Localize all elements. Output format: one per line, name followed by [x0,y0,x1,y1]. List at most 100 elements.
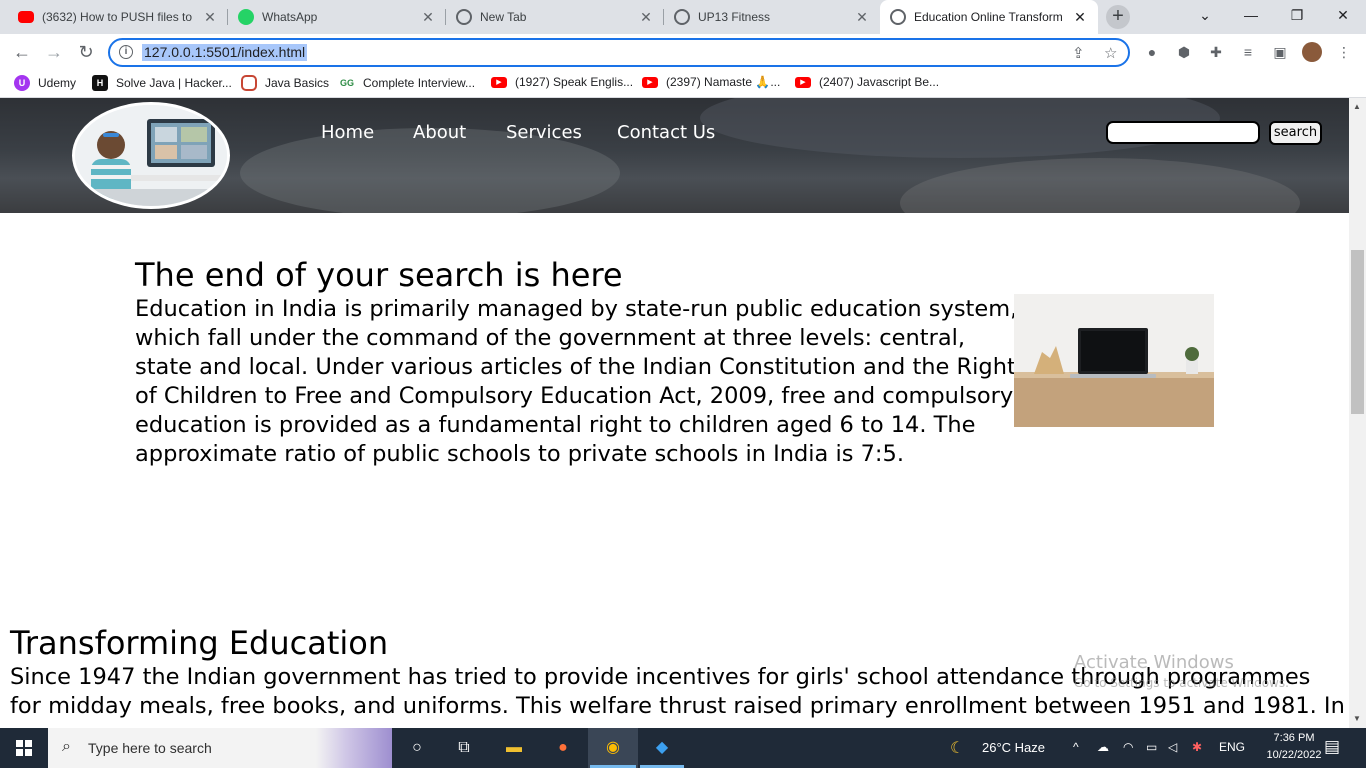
nav-contact-us[interactable]: Contact Us [617,122,715,143]
antivirus-icon[interactable]: ✱ [1192,740,1202,754]
tab-search-button[interactable]: ⌄ [1182,0,1228,30]
site-logo[interactable] [72,102,230,209]
nav-home[interactable]: Home [321,122,374,143]
tab-title: (3632) How to PUSH files to [42,10,193,24]
battery-icon[interactable]: ▭ [1146,740,1157,754]
taskbar-search-box[interactable]: ⌕ Type here to search [48,728,392,768]
windows-taskbar: ⌕ Type here to search ○ ⧉ ▬ ● ◉ ◆ ☾ 26°C… [0,728,1366,768]
search-highlight-image [316,728,392,768]
media-control-icon[interactable]: ≡ [1239,43,1257,61]
nav-services[interactable]: Services [506,122,582,143]
activate-windows-title: Activate Windows [1074,652,1234,673]
youtube-icon [18,11,34,23]
tab-title: New Tab [480,10,527,24]
chrome-icon[interactable]: ◉ [599,734,627,762]
bookmark-geeksforgeeks[interactable]: GG Complete Interview... [339,75,475,91]
tab-education-online[interactable]: Education Online Transform ✕ [880,0,1098,34]
reload-button[interactable]: ↻ [74,40,98,64]
weather-text[interactable]: 26°C Haze [982,740,1045,755]
profile-avatar[interactable] [1302,42,1322,62]
section-heading: The end of your search is here [135,256,623,294]
clock-time[interactable]: 7:36 PM [1270,732,1318,744]
tab-up13-fitness[interactable]: UP13 Fitness ✕ [664,0,880,34]
bookmark-speak-english[interactable]: ▶ (1927) Speak Englis... [491,75,633,89]
taskbar-search-placeholder: Type here to search [88,740,212,756]
windows-start-icon[interactable] [10,734,38,762]
page-scrollbar[interactable]: ▲ ▼ [1349,98,1366,728]
tab-title: WhatsApp [262,10,318,24]
close-icon[interactable]: ✕ [202,9,218,26]
udemy-icon: U [14,75,30,91]
whatsapp-icon [238,9,254,25]
firefox-icon[interactable]: ● [549,734,577,762]
share-icon[interactable]: ⇪ [1072,44,1085,62]
site-info-icon[interactable]: i [119,45,133,59]
bookmark-star-icon[interactable]: ☆ [1104,44,1117,62]
youtube-icon: ▶ [642,76,658,88]
close-icon[interactable]: ✕ [1072,9,1088,26]
bookmark-hackerrank[interactable]: H Solve Java | Hacker... [92,75,232,91]
bookmark-java-basics[interactable]: Java Basics [241,75,329,91]
youtube-icon: ▶ [795,76,811,88]
side-panel-icon[interactable]: ▣ [1271,43,1289,61]
tab-whatsapp[interactable]: WhatsApp ✕ [228,0,446,34]
tab-youtube[interactable]: (3632) How to PUSH files to ✕ [8,0,228,34]
nav-about[interactable]: About [413,122,466,143]
minimize-button[interactable]: — [1228,0,1274,30]
bookmark-udemy[interactable]: U Udemy [14,75,76,91]
laptop-image [1014,294,1214,427]
weather-icon[interactable]: ☾ [950,738,964,758]
bookmark-javascript[interactable]: ▶ (2407) Javascript Be... [795,75,939,89]
tab-new-tab[interactable]: New Tab ✕ [446,0,664,34]
scrollbar-thumb[interactable] [1351,250,1364,414]
tab-title: UP13 Fitness [698,10,771,24]
bookmark-namaste[interactable]: ▶ (2397) Namaste 🙏... [642,75,780,89]
notification-icon[interactable]: ▤ [1324,737,1340,757]
back-button[interactable]: ← [10,40,34,64]
close-icon[interactable]: ✕ [420,9,436,26]
extensions-puzzle-icon[interactable]: ✚ [1207,43,1225,61]
wifi-icon[interactable]: ◠ [1123,740,1133,754]
search-button[interactable]: search [1269,121,1322,145]
tab-title: Education Online Transform [914,10,1063,24]
bookmarks-bar: U Udemy H Solve Java | Hacker... Java Ba… [0,71,1366,98]
scroll-down-arrow[interactable]: ▼ [1353,714,1361,723]
section-heading: Transforming Education [10,624,389,662]
clock-date[interactable]: 10/22/2022 [1266,749,1322,761]
file-explorer-icon[interactable]: ▬ [500,734,528,762]
site-header: Home About Services Contact Us search [0,98,1349,213]
activate-windows-subtitle: Go to Settings to activate Windows. [1074,676,1289,690]
cortana-icon[interactable]: ○ [403,734,431,762]
close-window-button[interactable]: ✕ [1320,0,1366,30]
globe-icon [890,9,906,25]
close-icon[interactable]: ✕ [638,9,654,26]
globe-icon [674,9,690,25]
close-icon[interactable]: ✕ [854,9,870,26]
restore-button[interactable]: ❐ [1274,0,1320,30]
section-paragraph: Education in India is primarily managed … [135,296,1018,467]
onedrive-icon[interactable]: ☁ [1097,740,1109,754]
youtube-icon: ▶ [491,76,507,88]
forward-button[interactable]: → [42,40,66,64]
tab-strip: (3632) How to PUSH files to ✕ WhatsApp ✕… [0,0,1366,34]
address-bar[interactable]: i 127.0.0.1:5501/index.html ⇪ ☆ [108,38,1130,67]
chrome-icon [456,9,472,25]
oracle-icon [241,75,257,91]
task-view-icon[interactable]: ⧉ [450,734,478,762]
extension-icon[interactable]: ● [1143,43,1161,61]
new-tab-button[interactable]: + [1106,5,1130,29]
search-icon: ⌕ [62,738,71,755]
browser-toolbar: ← → ↻ i 127.0.0.1:5501/index.html ⇪ ☆ ● … [0,34,1366,71]
hackerrank-icon: H [92,75,108,91]
search-input[interactable] [1106,121,1260,144]
url-text[interactable]: 127.0.0.1:5501/index.html [142,44,308,61]
geeksforgeeks-icon: GG [339,75,355,91]
page-viewport: Home About Services Contact Us search Th… [0,98,1349,728]
extension-icon[interactable]: ⬢ [1175,43,1193,61]
volume-icon[interactable]: ◁ [1168,740,1177,754]
menu-kebab-icon[interactable]: ⋮ [1335,43,1353,61]
tray-overflow-icon[interactable]: ^ [1073,740,1079,754]
scroll-up-arrow[interactable]: ▲ [1353,102,1361,111]
vscode-icon[interactable]: ◆ [648,734,676,762]
language-indicator[interactable]: ENG [1219,740,1245,754]
